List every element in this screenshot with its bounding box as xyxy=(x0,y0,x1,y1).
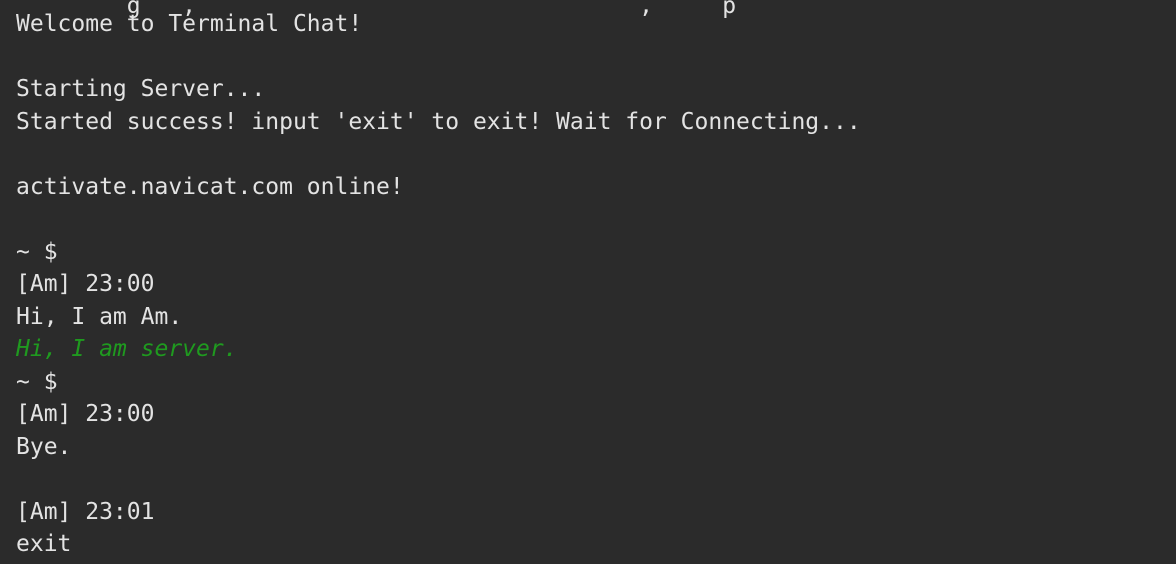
client-message: Bye. xyxy=(16,434,72,460)
message-header: [Am] 23:01 xyxy=(16,499,155,525)
terminal-window[interactable]: g , , p Welcome to Terminal Chat! Starti… xyxy=(0,0,1176,564)
client-message: exit xyxy=(16,531,72,557)
started-success-line: Started success! input 'exit' to exit! W… xyxy=(16,109,861,135)
starting-server-line: Starting Server... xyxy=(16,76,266,102)
welcome-line: Welcome to Terminal Chat! xyxy=(16,11,363,37)
server-message: Hi, I am server. xyxy=(16,336,238,362)
shell-prompt: ~ $ xyxy=(16,239,58,265)
shell-prompt: ~ $ xyxy=(16,369,58,395)
client-online-line: activate.navicat.com online! xyxy=(16,174,404,200)
message-header: [Am] 23:00 xyxy=(16,401,155,427)
message-header: [Am] 23:00 xyxy=(16,271,155,297)
client-message: Hi, I am Am. xyxy=(16,304,183,330)
